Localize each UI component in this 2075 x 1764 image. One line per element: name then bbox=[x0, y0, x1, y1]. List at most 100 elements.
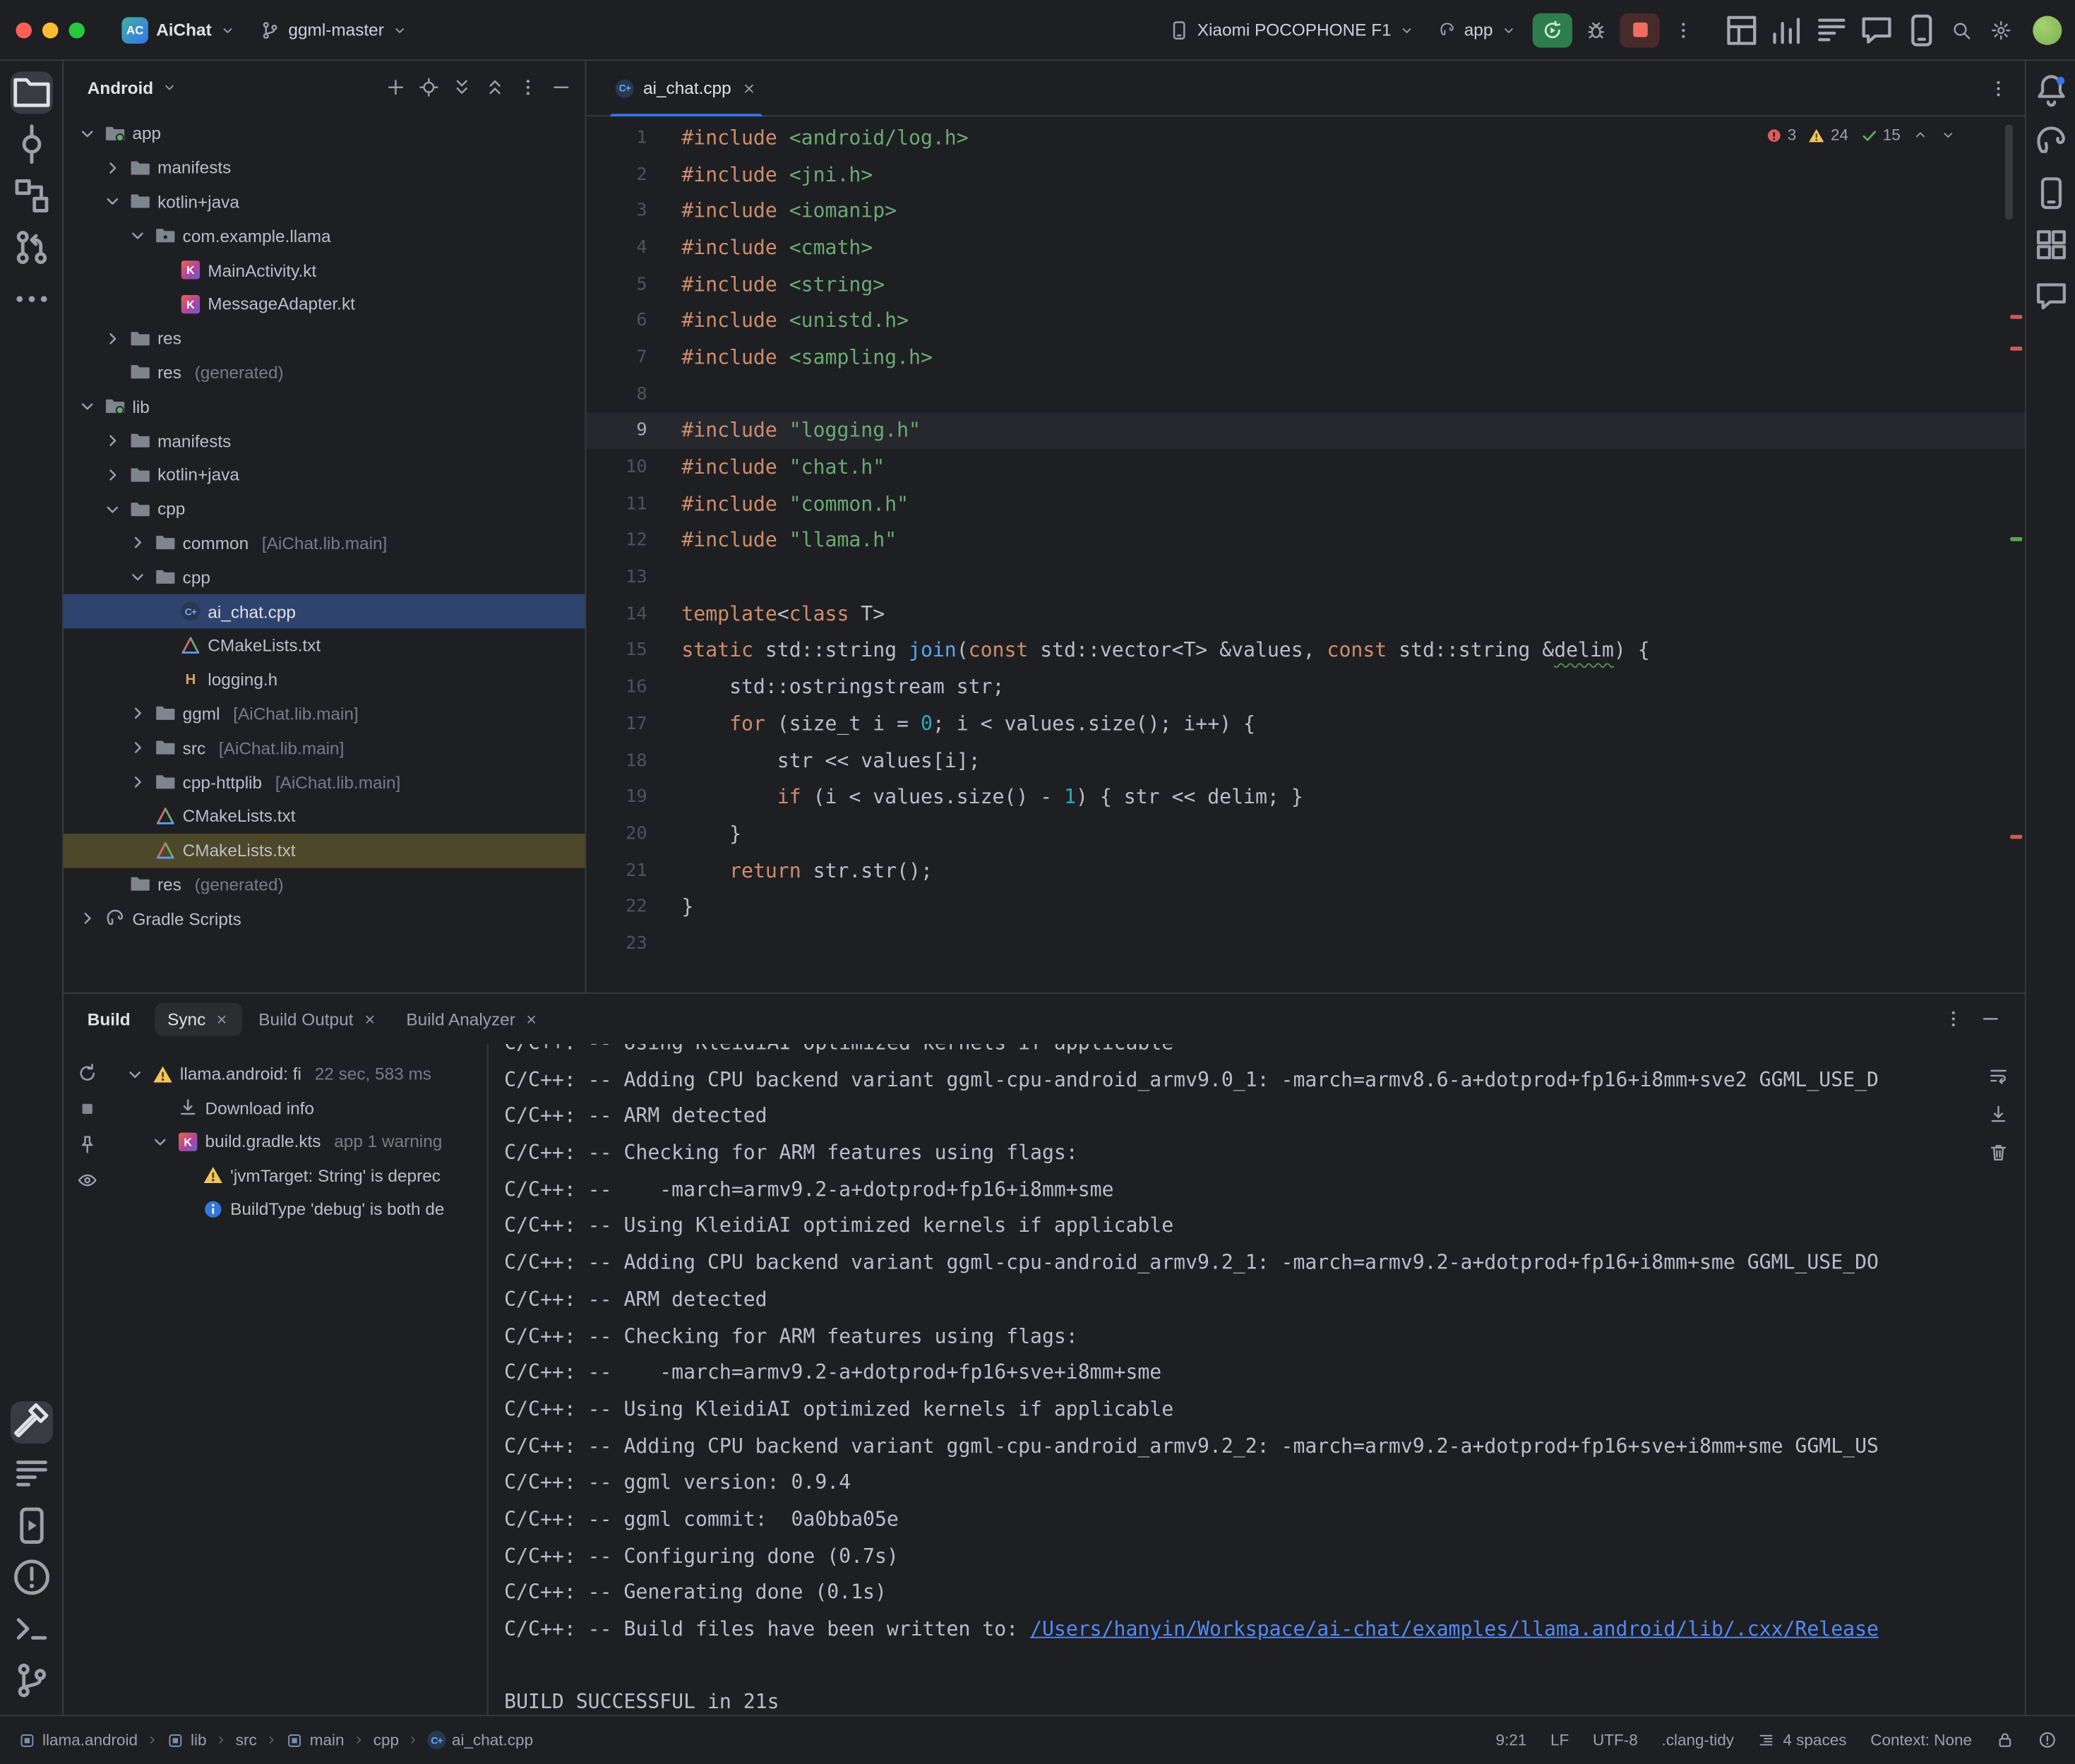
status-utf-8[interactable]: UTF-8 bbox=[1593, 1731, 1638, 1749]
project-item-com-example-llama[interactable]: com.example.llama bbox=[64, 219, 585, 253]
build-tab-build-output[interactable]: Build Output bbox=[246, 1002, 390, 1036]
project-item-logging-h[interactable]: Hlogging.h bbox=[64, 663, 585, 697]
vcs-branch-widget[interactable]: ggml-master bbox=[249, 14, 418, 46]
breadcrumb-ai-chat-cpp[interactable]: C+ai_chat.cpp bbox=[428, 1731, 533, 1749]
project-item-ggml[interactable]: ggml[AiChat.lib.main] bbox=[64, 697, 585, 731]
build-item-buildtype-debug-is-both-de[interactable]: BuildType 'debug' is both de bbox=[111, 1192, 486, 1226]
project-item-cmakelists-txt[interactable]: CMakeLists.txt bbox=[64, 628, 585, 662]
build-tool-icon[interactable] bbox=[10, 1401, 52, 1444]
app-quality-insights-icon[interactable] bbox=[1858, 13, 1895, 47]
project-item-app[interactable]: app bbox=[64, 116, 585, 150]
breadcrumb-main[interactable]: main bbox=[286, 1731, 345, 1749]
inspections-widget[interactable]: 3 24 15 bbox=[1765, 126, 1956, 144]
running-devices-tool-icon[interactable] bbox=[10, 1504, 52, 1547]
file-lock-icon[interactable] bbox=[1996, 1731, 2014, 1749]
project-item-messageadapter-kt[interactable]: KMessageAdapter.kt bbox=[64, 287, 585, 321]
breadcrumb-cpp[interactable]: cpp bbox=[373, 1731, 399, 1749]
version-control-tool-icon[interactable] bbox=[10, 1660, 52, 1702]
project-item-res[interactable]: res bbox=[64, 321, 585, 355]
notifications-icon[interactable] bbox=[2032, 71, 2069, 108]
breadcrumb-lib[interactable]: lib bbox=[167, 1731, 206, 1749]
hide-build-panel-icon[interactable] bbox=[1980, 1008, 2001, 1029]
build-output-path-link[interactable]: /Users/hanyin/Workspace/ai-chat/examples… bbox=[1030, 1617, 1879, 1641]
project-item-mainactivity-kt[interactable]: KMainActivity.kt bbox=[64, 253, 585, 287]
zoom-window-button[interactable] bbox=[68, 22, 84, 37]
build-tab-build-analyzer[interactable]: Build Analyzer bbox=[393, 1002, 553, 1036]
project-item-cpp[interactable]: cpp bbox=[64, 560, 585, 594]
layout-inspector-icon[interactable] bbox=[1723, 13, 1760, 47]
editor-tab-ai-chat-cpp[interactable]: C+ ai_chat.cpp bbox=[599, 61, 772, 115]
error-count-badge[interactable]: 3 bbox=[1765, 126, 1796, 144]
project-item-cmakelists-txt[interactable]: CMakeLists.txt bbox=[64, 799, 585, 833]
project-tool-icon[interactable] bbox=[10, 71, 52, 114]
device-selector[interactable]: Xiaomi POCOPHONE F1 bbox=[1158, 14, 1426, 46]
build-tab-sync[interactable]: Sync bbox=[154, 1002, 242, 1036]
project-item-kotlin-java[interactable]: kotlin+java bbox=[64, 185, 585, 219]
build-item-download-info[interactable]: Download info bbox=[111, 1091, 486, 1125]
close-tab-icon[interactable] bbox=[215, 1012, 229, 1026]
close-tab-icon[interactable] bbox=[741, 80, 756, 95]
build-item-jvmtarget-string-is-deprec[interactable]: 'jvmTarget: String' is deprec bbox=[111, 1158, 486, 1192]
run-configuration-selector[interactable]: app bbox=[1428, 15, 1527, 45]
chevron-right-icon[interactable] bbox=[102, 430, 123, 451]
project-item-res[interactable]: res(generated) bbox=[64, 355, 585, 389]
chevron-down-icon[interactable] bbox=[127, 567, 148, 588]
more-tool-windows-icon[interactable] bbox=[10, 278, 52, 320]
chevron-right-icon[interactable] bbox=[127, 703, 148, 724]
chevron-right-icon[interactable] bbox=[102, 464, 123, 486]
notifications-status-icon[interactable] bbox=[2038, 1731, 2057, 1749]
device-manager-icon[interactable] bbox=[1903, 13, 1940, 47]
status-4-spaces[interactable]: 4 spaces bbox=[1758, 1731, 1847, 1749]
minimize-window-button[interactable] bbox=[42, 22, 58, 37]
terminal-tool-icon[interactable] bbox=[10, 1608, 52, 1650]
warning-count-badge[interactable]: 24 bbox=[1808, 126, 1848, 144]
error-stripe-mark[interactable] bbox=[2010, 347, 2022, 351]
chevron-right-icon[interactable] bbox=[102, 328, 123, 349]
pin-tab-icon[interactable] bbox=[77, 1134, 98, 1155]
project-item-gradle-scripts[interactable]: Gradle Scripts bbox=[64, 901, 585, 935]
project-view-title[interactable]: Android bbox=[88, 78, 153, 97]
resource-manager-tool-icon[interactable] bbox=[2032, 227, 2069, 263]
close-tab-icon[interactable] bbox=[525, 1012, 539, 1026]
chevron-down-icon[interactable] bbox=[77, 396, 98, 417]
chevron-right-icon[interactable] bbox=[127, 532, 148, 553]
chevron-down-icon[interactable] bbox=[127, 225, 148, 246]
status-clang-tidy[interactable]: .clang-tidy bbox=[1662, 1731, 1735, 1749]
chevron-right-icon[interactable] bbox=[127, 738, 148, 759]
chevron-down-icon[interactable] bbox=[161, 79, 177, 95]
project-widget[interactable]: AC AiChat bbox=[111, 11, 246, 48]
chevron-right-icon[interactable] bbox=[77, 908, 98, 929]
hide-panel-icon[interactable] bbox=[551, 77, 572, 98]
project-item-manifests[interactable]: manifests bbox=[64, 424, 585, 457]
error-stripe-mark[interactable] bbox=[2010, 835, 2022, 839]
project-item-ai-chat-cpp[interactable]: C+ai_chat.cpp bbox=[64, 594, 585, 628]
chevron-down-icon[interactable] bbox=[150, 1131, 171, 1152]
next-issue-icon[interactable] bbox=[1940, 127, 1956, 143]
editor-tabs-options-icon[interactable] bbox=[1987, 78, 2009, 99]
show-details-eye-icon[interactable] bbox=[77, 1170, 98, 1191]
status-context-none[interactable]: Context: None bbox=[1870, 1731, 1972, 1749]
project-item-kotlin-java[interactable]: kotlin+java bbox=[64, 458, 585, 492]
project-item-res[interactable]: res(generated) bbox=[64, 868, 585, 901]
logcat-icon[interactable] bbox=[1813, 13, 1850, 47]
debug-button[interactable] bbox=[1577, 13, 1614, 47]
chevron-down-icon[interactable] bbox=[102, 498, 123, 520]
add-icon[interactable] bbox=[385, 77, 406, 98]
expand-all-icon[interactable] bbox=[451, 77, 472, 98]
logcat-tool-icon[interactable] bbox=[10, 1453, 52, 1495]
structure-tool-icon[interactable] bbox=[10, 174, 52, 217]
project-item-src[interactable]: src[AiChat.lib.main] bbox=[64, 731, 585, 764]
previous-issue-icon[interactable] bbox=[1913, 127, 1928, 143]
user-avatar[interactable] bbox=[2033, 16, 2062, 44]
more-actions-icon[interactable] bbox=[1665, 13, 1702, 47]
status-9-21[interactable]: 9:21 bbox=[1496, 1731, 1527, 1749]
project-tree[interactable]: appmanifestskotlin+javacom.example.llama… bbox=[64, 114, 585, 992]
project-item-lib[interactable]: lib bbox=[64, 390, 585, 424]
build-item-build-gradle-kts[interactable]: Kbuild.gradle.ktsapp 1 warning bbox=[111, 1124, 486, 1158]
passed-count-badge[interactable]: 15 bbox=[1860, 126, 1901, 144]
breadcrumb-src[interactable]: src bbox=[236, 1731, 257, 1749]
stop-button[interactable] bbox=[1620, 13, 1659, 47]
stop-sync-icon[interactable] bbox=[77, 1098, 98, 1120]
status-lf[interactable]: LF bbox=[1550, 1731, 1569, 1749]
gradle-tool-icon[interactable] bbox=[2032, 123, 2069, 160]
